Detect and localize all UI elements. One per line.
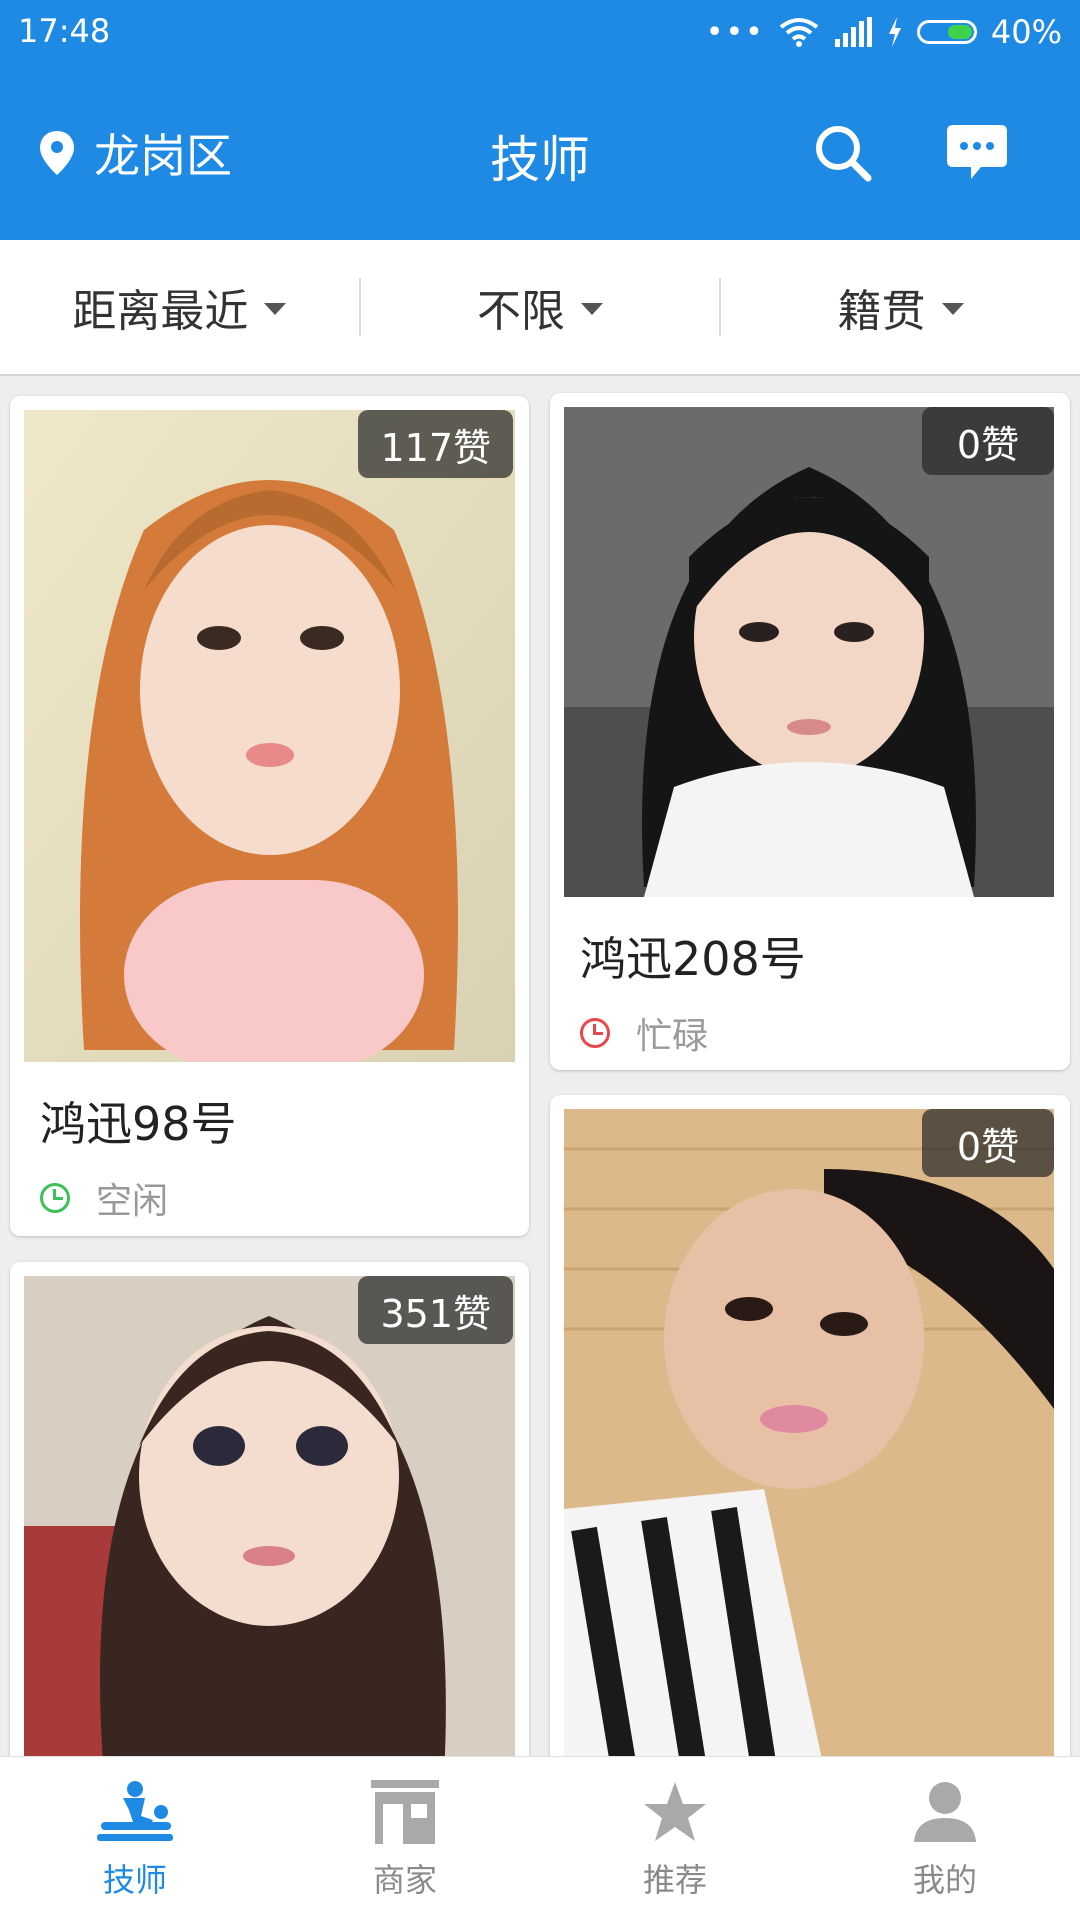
technician-name: 鸿迅98号: [40, 1097, 237, 1151]
nav-technician[interactable]: 技师: [0, 1757, 270, 1921]
clock-icon: [580, 1018, 610, 1048]
messages-button[interactable]: [942, 118, 1012, 188]
clock-icon: [40, 1183, 70, 1213]
technician-card[interactable]: 0赞: [550, 1095, 1070, 1795]
wifi-icon: [779, 18, 819, 47]
search-icon: [816, 126, 872, 182]
like-count-badge: 117赞: [358, 410, 513, 478]
battery-icon: [916, 20, 977, 44]
nav-technician-label: 技师: [102, 1861, 167, 1899]
technician-card[interactable]: 351赞: [10, 1262, 529, 1782]
bottom-nav: 技师 商家 推荐 我的: [0, 1756, 1080, 1921]
store-icon: [365, 1777, 445, 1847]
status-time: 17:48: [18, 12, 111, 50]
filter-range[interactable]: 不限: [361, 240, 720, 374]
status-bar: 17:48 ••• 40%: [0, 0, 1080, 64]
technician-photo: [564, 1109, 1054, 1769]
filter-range-label: 不限: [477, 286, 565, 337]
technician-status: 忙碌: [580, 1007, 708, 1059]
person-icon: [905, 1777, 985, 1847]
like-count-badge: 351赞: [358, 1276, 513, 1344]
app-header: 龙岗区 技师: [0, 64, 1080, 240]
technician-status: 空闲: [40, 1172, 168, 1224]
technician-card[interactable]: 0赞 鸿迅208号 忙碌: [550, 393, 1070, 1070]
technician-photo: [564, 407, 1054, 897]
search-button[interactable]: [808, 118, 878, 188]
cell-signal-icon: [834, 17, 872, 47]
chat-bubble-icon: [947, 125, 1007, 179]
status-label: 忙碌: [636, 1016, 709, 1057]
filter-distance-label: 距离最近: [72, 286, 249, 337]
more-dots-icon: •••: [705, 14, 765, 50]
charging-bolt-icon: [888, 17, 901, 47]
like-count-badge: 0赞: [922, 1109, 1054, 1177]
top-bar: 17:48 ••• 40% 龙岗区 技师: [0, 0, 1080, 240]
nav-merchant[interactable]: 商家: [270, 1757, 540, 1921]
filter-distance[interactable]: 距离最近: [0, 240, 359, 374]
nav-recommend[interactable]: 推荐: [540, 1757, 810, 1921]
technician-name: 鸿迅208号: [580, 932, 806, 986]
nav-recommend-label: 推荐: [642, 1861, 707, 1899]
nav-merchant-label: 商家: [372, 1861, 437, 1899]
star-icon: [635, 1777, 715, 1847]
filter-hometown[interactable]: 籍贯: [721, 240, 1080, 374]
caret-down-icon: [581, 303, 603, 315]
nav-profile-label: 我的: [912, 1861, 977, 1899]
filter-bar: 距离最近 不限 籍贯: [0, 240, 1080, 376]
status-label: 空闲: [96, 1181, 169, 1222]
like-count-badge: 0赞: [922, 407, 1054, 475]
massage-icon: [95, 1777, 175, 1847]
battery-percent: 40%: [990, 13, 1062, 51]
page-title: 技师: [490, 131, 590, 189]
filter-hometown-label: 籍贯: [837, 286, 926, 337]
technician-card[interactable]: 117赞 鸿迅98号 空闲: [10, 396, 529, 1236]
technician-photo: [24, 1276, 515, 1776]
technician-photo: [24, 410, 515, 1062]
caret-down-icon: [264, 303, 287, 315]
status-icons: ••• 40%: [706, 12, 1062, 52]
nav-profile[interactable]: 我的: [810, 1757, 1080, 1921]
caret-down-icon: [941, 303, 964, 315]
